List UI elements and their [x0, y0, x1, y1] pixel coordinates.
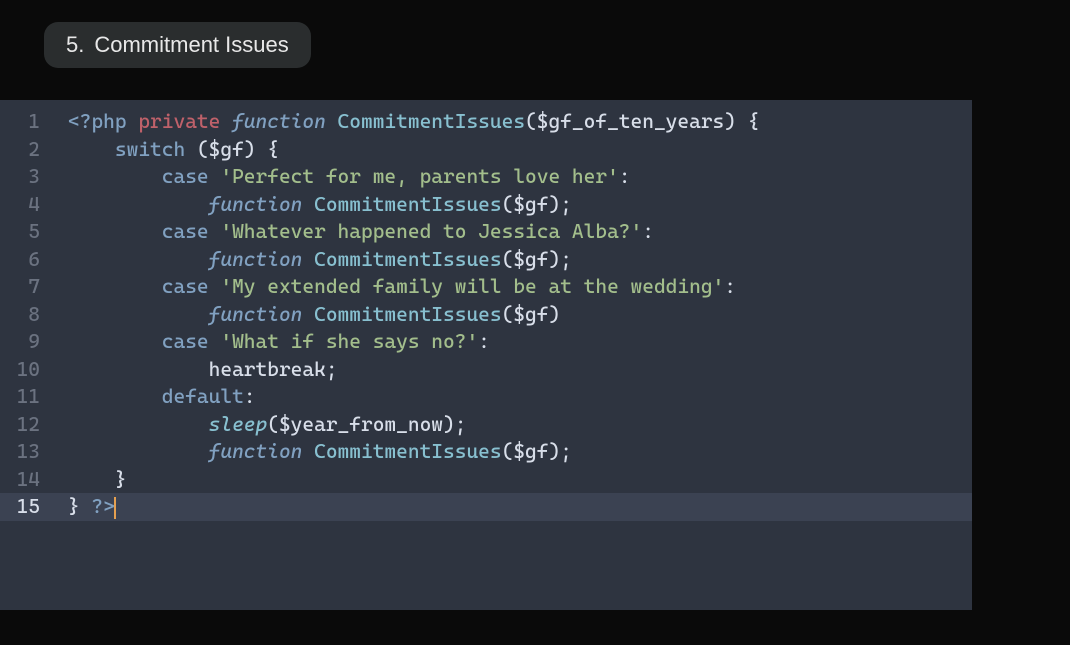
- line-number: 10: [0, 356, 54, 384]
- line-number: 2: [0, 136, 54, 164]
- line-number: 6: [0, 246, 54, 274]
- code-line[interactable]: }: [54, 466, 972, 494]
- code-line[interactable]: function CommitmentIssues($gf): [54, 301, 972, 329]
- text-cursor: [114, 497, 116, 519]
- line-number: 12: [0, 411, 54, 439]
- line-number: 11: [0, 383, 54, 411]
- section-title: Commitment Issues: [94, 32, 288, 58]
- code-line[interactable]: sleep($year_from_now);: [54, 411, 972, 439]
- code-line[interactable]: function CommitmentIssues($gf);: [54, 191, 972, 219]
- line-number: 8: [0, 301, 54, 329]
- section-number: 5.: [66, 32, 84, 58]
- line-number: 3: [0, 163, 54, 191]
- code-line[interactable]: <?php private function CommitmentIssues(…: [54, 108, 972, 136]
- line-number: 7: [0, 273, 54, 301]
- line-number: 14: [0, 466, 54, 494]
- line-number: 15: [0, 493, 54, 521]
- section-header: 5. Commitment Issues: [44, 22, 311, 68]
- line-number: 13: [0, 438, 54, 466]
- code-line[interactable]: case 'What if she says no?':: [54, 328, 972, 356]
- line-number: 4: [0, 191, 54, 219]
- code-line[interactable]: case 'Whatever happened to Jessica Alba?…: [54, 218, 972, 246]
- line-number: 5: [0, 218, 54, 246]
- code-line[interactable]: switch ($gf) {: [54, 136, 972, 164]
- line-number: 1: [0, 108, 54, 136]
- code-line[interactable]: case 'My extended family will be at the …: [54, 273, 972, 301]
- code-editor[interactable]: 123456789101112131415 <?php private func…: [0, 100, 972, 610]
- code-line[interactable]: } ?>: [54, 493, 972, 521]
- code-line[interactable]: function CommitmentIssues($gf);: [54, 438, 972, 466]
- code-line[interactable]: case 'Perfect for me, parents love her':: [54, 163, 972, 191]
- code-line[interactable]: function CommitmentIssues($gf);: [54, 246, 972, 274]
- line-number: 9: [0, 328, 54, 356]
- code-line[interactable]: default:: [54, 383, 972, 411]
- code-line[interactable]: heartbreak;: [54, 356, 972, 384]
- code-content[interactable]: <?php private function CommitmentIssues(…: [54, 100, 972, 610]
- line-number-gutter: 123456789101112131415: [0, 100, 54, 610]
